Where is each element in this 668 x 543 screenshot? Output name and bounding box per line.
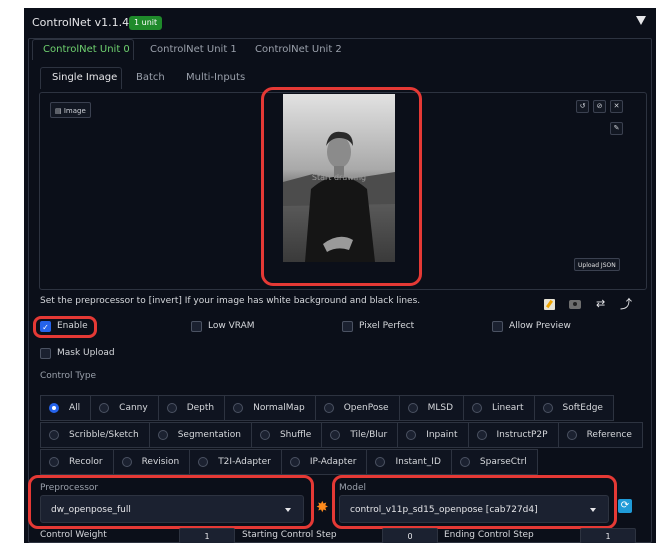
end-step-input[interactable]: 1	[580, 528, 636, 543]
allow-preview-checkbox[interactable]	[492, 321, 503, 332]
radio-lineart[interactable]: Lineart	[463, 395, 535, 421]
radio-sparsectrl[interactable]: SparseCtrl	[450, 449, 538, 475]
radio-dot	[289, 457, 300, 467]
radio-canny[interactable]: Canny	[90, 395, 159, 421]
radio-openpose[interactable]: OpenPose	[314, 395, 400, 421]
upload-json-button[interactable]: Upload JSON	[574, 258, 620, 271]
accordion-title[interactable]: ControlNet v1.1.443	[32, 16, 143, 29]
radio-revision[interactable]: Revision	[112, 449, 191, 475]
control-weight-label: Control Weight	[40, 530, 107, 540]
end-step-label: Ending Control Step	[444, 530, 534, 540]
radio-dot	[476, 430, 487, 440]
radio-dot	[542, 403, 553, 413]
controlnet-panel: ControlNet v1.1.443 1 unit ControlNet Un…	[24, 8, 656, 543]
radio-dot	[406, 430, 417, 440]
control-weight-input[interactable]: 1	[179, 528, 235, 543]
close-icon[interactable]: ✕	[610, 100, 623, 113]
start-step-label: Starting Control Step	[242, 530, 337, 540]
low-vram-label: Low VRAM	[208, 321, 255, 331]
control-type-radio-group: All Canny Depth NormalMap OpenPose MLSD …	[40, 395, 643, 475]
edit-icon[interactable]	[544, 299, 555, 310]
tab-single-image[interactable]: Single Image	[52, 72, 117, 83]
radio-dot	[407, 403, 418, 413]
undo-icon[interactable]: ↺	[576, 100, 589, 113]
radio-segmentation[interactable]: Segmentation	[148, 422, 252, 448]
tab-unit-1[interactable]: ControlNet Unit 1	[150, 44, 237, 55]
model-highlight-box	[332, 475, 617, 529]
radio-softedge[interactable]: SoftEdge	[533, 395, 614, 421]
radio-inpaint[interactable]: Inpaint	[397, 422, 469, 448]
radio-reference[interactable]: Reference	[557, 422, 643, 448]
radio-dot	[566, 430, 577, 440]
radio-instructp2p[interactable]: InstructP2P	[467, 422, 559, 448]
image-label: ▤ Image	[50, 102, 91, 118]
radio-scribble-sketch[interactable]: Scribble/Sketch	[40, 422, 150, 448]
radio-dot	[330, 430, 341, 440]
radio-ip-adapter[interactable]: IP-Adapter	[280, 449, 368, 475]
radio-mlsd[interactable]: MLSD	[398, 395, 465, 421]
run-preprocessor-icon[interactable]: ✸	[316, 498, 329, 516]
radio-instant-id[interactable]: Instant_ID	[366, 449, 452, 475]
tab-unit-0[interactable]: ControlNet Unit 0	[43, 44, 130, 55]
radio-dot	[121, 457, 132, 467]
radio-dot	[49, 430, 59, 440]
refresh-models-icon[interactable]: ⟳	[618, 499, 632, 513]
tab-unit-2[interactable]: ControlNet Unit 2	[255, 44, 342, 55]
radio-dot	[157, 430, 168, 440]
image-highlight-box	[261, 87, 422, 286]
invert-hint-text: Set the preprocessor to [invert] If your…	[40, 296, 421, 306]
radio-dot	[233, 403, 244, 413]
radio-dot	[459, 457, 470, 467]
radio-all[interactable]: All	[40, 395, 92, 421]
radio-depth[interactable]: Depth	[157, 395, 226, 421]
radio-t2i-adapter[interactable]: T2I-Adapter	[189, 449, 282, 475]
image-icon: ▤	[55, 107, 64, 115]
low-vram-checkbox[interactable]	[191, 321, 202, 332]
radio-recolor[interactable]: Recolor	[40, 449, 114, 475]
control-type-label: Control Type	[40, 371, 97, 381]
collapse-triangle-icon[interactable]	[636, 16, 646, 25]
radio-tile-blur[interactable]: Tile/Blur	[321, 422, 399, 448]
radio-shuffle[interactable]: Shuffle	[250, 422, 323, 448]
camera-icon[interactable]	[569, 300, 581, 309]
mask-upload-label: Mask Upload	[57, 348, 115, 358]
radio-dot	[198, 457, 209, 467]
swap-icon[interactable]: ⇄	[596, 297, 605, 310]
erase-icon[interactable]: ⊘	[593, 100, 606, 113]
tab-batch[interactable]: Batch	[136, 72, 165, 83]
allow-preview-label: Allow Preview	[509, 321, 571, 331]
start-step-input[interactable]: 0	[382, 528, 438, 543]
pixel-perfect-label: Pixel Perfect	[359, 321, 415, 331]
radio-dot	[49, 457, 59, 467]
preprocessor-highlight-box	[28, 475, 314, 529]
brush-icon[interactable]: ✎	[610, 122, 623, 135]
enable-checkbox[interactable]: ✓	[40, 321, 51, 332]
tab-multi-inputs[interactable]: Multi-Inputs	[186, 72, 245, 83]
radio-dot	[472, 403, 483, 413]
radio-dot	[49, 403, 59, 413]
enable-label: Enable	[57, 321, 88, 331]
radio-normalmap[interactable]: NormalMap	[224, 395, 316, 421]
radio-dot	[375, 457, 386, 467]
send-dimensions-icon[interactable]: ⤴	[620, 295, 632, 312]
radio-dot	[259, 430, 270, 440]
mask-upload-checkbox[interactable]	[40, 348, 51, 359]
radio-dot	[99, 403, 110, 413]
radio-dot	[166, 403, 177, 413]
unit-count-badge: 1 unit	[129, 16, 163, 30]
radio-dot	[323, 403, 334, 413]
pixel-perfect-checkbox[interactable]	[342, 321, 353, 332]
